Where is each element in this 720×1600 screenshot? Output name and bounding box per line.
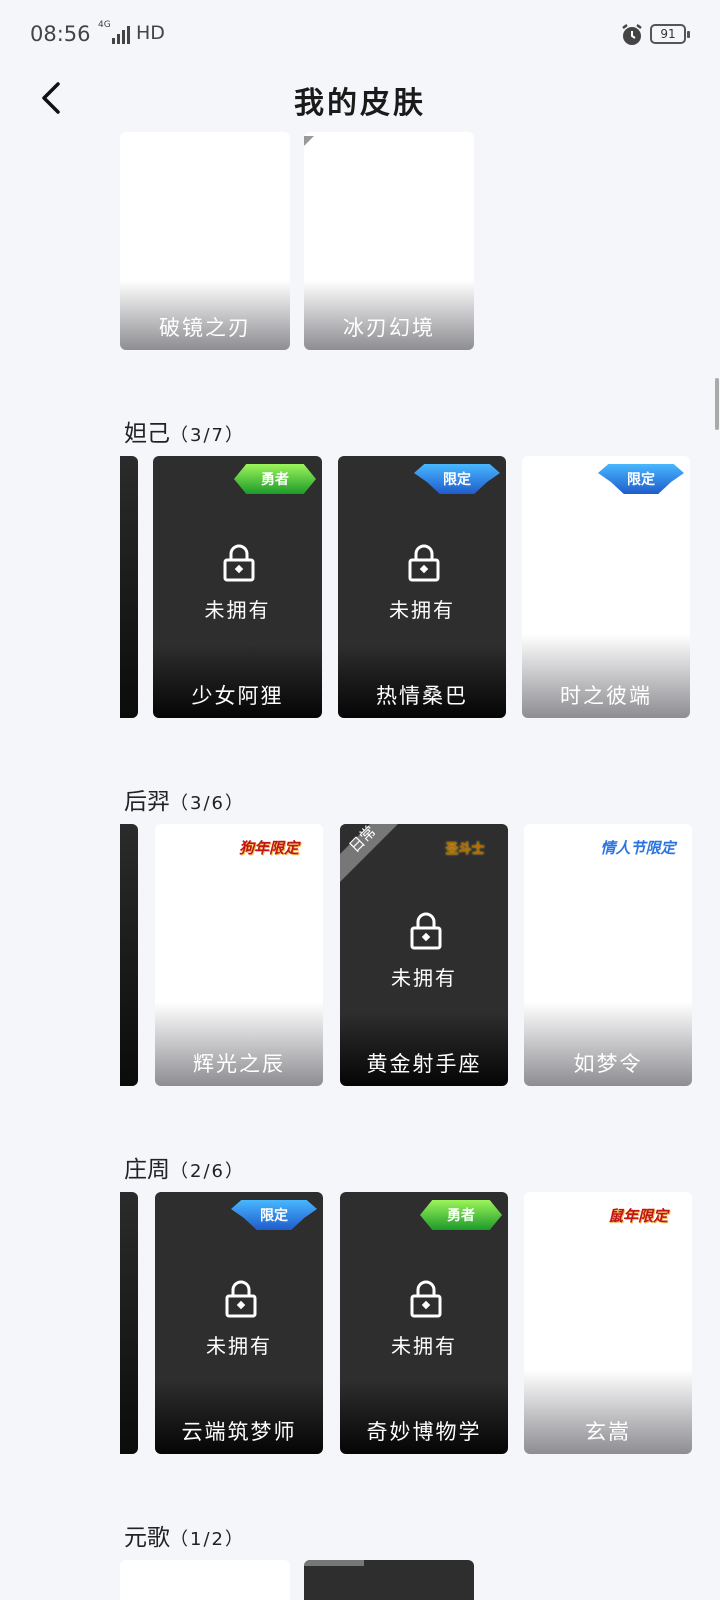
section-title-zhuangzhou: 庄周（2/6） [124, 1157, 245, 1183]
skin-card-huangjin-sheshouzuo[interactable]: 日常 圣斗士 未拥有 黄金射手座 [340, 824, 508, 1086]
limited-badge: 限定 [598, 464, 684, 494]
skin-card-qimiao-bowuxue[interactable]: 勇者 未拥有 奇妙博物学 [340, 1192, 508, 1454]
skin-name: 辉光之辰 [193, 1052, 285, 1076]
lock-icon [410, 912, 442, 950]
not-owned-label: 未拥有 [206, 1334, 272, 1358]
not-owned-label: 未拥有 [391, 1334, 457, 1358]
signal-icon [112, 26, 130, 44]
skin-name: 破镜之刃 [159, 316, 251, 340]
lock-icon [223, 544, 255, 582]
valentine-badge: 情人节限定 [600, 838, 676, 857]
skin-name: 冰刃幻境 [343, 316, 435, 340]
lock-icon [410, 1280, 442, 1318]
network-tag: 4G [98, 20, 111, 30]
limited-badge: 限定 [231, 1200, 317, 1230]
skin-card-shaonv-ali[interactable]: 勇者 未拥有 少女阿狸 [153, 456, 322, 718]
not-owned-label: 未拥有 [389, 598, 455, 622]
skin-card-xuansong[interactable]: 鼠年限定 玄嵩 [524, 1192, 692, 1454]
skin-name: 云端筑梦师 [181, 1420, 297, 1444]
battery-indicator: 91 [650, 24, 690, 44]
brave-badge: 勇者 [234, 464, 316, 494]
dog-year-badge: 狗年限定 [238, 838, 299, 857]
skin-card-huiguang-zhichen[interactable]: 狗年限定 辉光之辰 [155, 824, 323, 1086]
skin-name: 少女阿狸 [191, 684, 284, 708]
section-title-daji: 妲己（3/7） [124, 421, 245, 447]
skin-card-partial[interactable] [120, 1192, 138, 1454]
saint-seiya-badge: 圣斗士 [445, 841, 485, 857]
status-bar: 08:56 4G HD 91 [0, 0, 720, 70]
limited-badge: 限定 [414, 464, 500, 494]
skin-name: 黄金射手座 [366, 1052, 482, 1076]
status-time: 08:56 [30, 22, 91, 46]
skin-name: 玄嵩 [585, 1420, 631, 1444]
skin-card-partial[interactable] [304, 1560, 474, 1600]
skin-card-partial[interactable] [120, 456, 138, 718]
not-owned-label: 未拥有 [391, 966, 457, 990]
hd-label: HD [136, 22, 165, 44]
skin-card-bingren[interactable]: 冰刃幻境 [304, 132, 474, 350]
skin-card-pojing[interactable]: 破镜之刃 [120, 132, 290, 350]
scrollbar[interactable] [715, 378, 719, 430]
brave-badge: 勇者 [420, 1200, 502, 1230]
not-owned-label: 未拥有 [204, 598, 271, 622]
app-header: 我的皮肤 [0, 70, 720, 140]
lock-icon [225, 1280, 257, 1318]
alarm-icon [622, 24, 642, 45]
skin-name: 奇妙博物学 [366, 1420, 482, 1444]
skin-card-partial[interactable] [120, 1560, 290, 1600]
skin-card-reqing-sangba[interactable]: 限定 未拥有 热情桑巴 [338, 456, 506, 718]
skin-card-partial[interactable] [120, 824, 138, 1086]
skin-name: 如梦令 [573, 1052, 643, 1076]
skin-name: 热情桑巴 [376, 684, 468, 708]
lock-icon [408, 544, 440, 582]
rat-year-badge: 鼠年限定 [607, 1206, 668, 1225]
network-indicator: 4G HD [98, 20, 165, 44]
skin-card-shizhi-biduan[interactable]: 限定 时之彼端 [522, 456, 690, 718]
skin-card-yunduan-zhumengshi[interactable]: 限定 未拥有 云端筑梦师 [155, 1192, 323, 1454]
section-title-houyi: 后羿（3/6） [124, 789, 245, 815]
skin-name: 时之彼端 [560, 684, 652, 708]
page-title: 我的皮肤 [294, 86, 426, 121]
skin-card-rumengling[interactable]: 情人节限定 如梦令 [524, 824, 692, 1086]
section-title-yuange: 元歌（1/2） [124, 1525, 245, 1551]
